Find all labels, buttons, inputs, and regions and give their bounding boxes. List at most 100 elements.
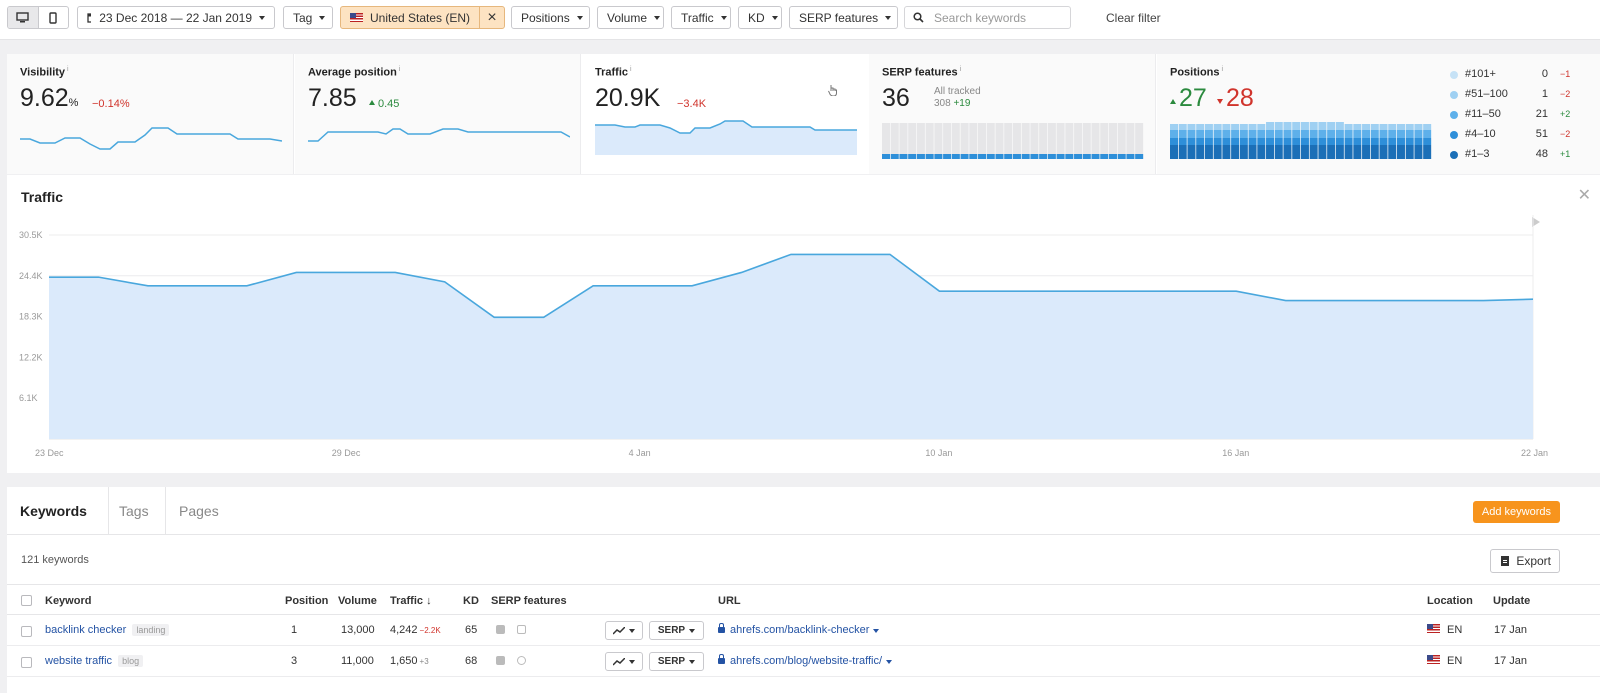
- column-position[interactable]: Position: [285, 595, 328, 607]
- positions-bar-segment: [1257, 145, 1266, 159]
- volume-cell: 13,000: [341, 624, 375, 636]
- column-location[interactable]: Location: [1427, 595, 1473, 607]
- serp-bar-bg: [1012, 123, 1021, 159]
- date-range-label: 23 Dec 2018 — 22 Jan 2019: [99, 10, 252, 25]
- column-keyword[interactable]: Keyword: [45, 595, 91, 607]
- positions-bar-segment: [1414, 138, 1423, 145]
- x-tick-label: 22 Jan: [1521, 448, 1548, 458]
- export-button[interactable]: Export: [1490, 549, 1560, 573]
- column-update[interactable]: Update: [1493, 595, 1530, 607]
- mobile-device-button[interactable]: [39, 7, 69, 28]
- positions-legend-item[interactable]: #11–50 21 +2: [1450, 108, 1600, 122]
- positions-bar-segment: [1274, 138, 1283, 145]
- positions-bar-segment: [1283, 138, 1292, 145]
- positions-bar-segment: [1248, 130, 1257, 138]
- info-icon: i: [1221, 66, 1224, 73]
- traffic-value: 20.9K: [595, 84, 661, 112]
- column-serp-features[interactable]: SERP features: [491, 595, 567, 607]
- positions-bar-segment: [1405, 138, 1414, 145]
- column-url[interactable]: URL: [718, 595, 741, 607]
- date-range-picker[interactable]: 23 Dec 2018 — 22 Jan 2019: [77, 6, 275, 29]
- positions-bar-segment: [1300, 138, 1309, 145]
- keyword-link[interactable]: website traffic: [45, 655, 112, 667]
- traffic-title: Traffic i: [595, 66, 632, 79]
- position-cell: 3: [291, 655, 298, 667]
- positions-filter[interactable]: Positions: [511, 6, 590, 29]
- average-position-card[interactable]: Average position i 7.85 0.45: [295, 54, 581, 174]
- tag-filter[interactable]: Tag: [283, 6, 333, 29]
- positions-bar-segment: [1213, 145, 1222, 159]
- keywords-panel: Keywords Tags Pages Add keywords 121 key…: [7, 487, 1600, 693]
- add-keywords-button[interactable]: Add keywords: [1472, 501, 1560, 523]
- clear-country-button[interactable]: ×: [479, 7, 504, 28]
- visibility-title: Visibility i: [20, 66, 69, 79]
- clear-filter-link[interactable]: Clear filter: [1106, 11, 1161, 25]
- url-link[interactable]: ahrefs.com/blog/website-traffic/: [718, 654, 893, 667]
- column-kd[interactable]: KD: [463, 595, 479, 607]
- positions-bar-segment: [1405, 124, 1414, 130]
- serp-bar: [960, 154, 969, 159]
- history-chart-button[interactable]: [605, 652, 643, 671]
- positions-bar-segment: [1335, 122, 1344, 130]
- column-volume[interactable]: Volume: [338, 595, 377, 607]
- url-link[interactable]: ahrefs.com/backlink-checker: [718, 623, 880, 636]
- positions-bar-segment: [1388, 138, 1397, 145]
- serp-button[interactable]: SERP: [649, 621, 704, 640]
- keyword-link[interactable]: backlink checker: [45, 624, 126, 636]
- history-chart-button[interactable]: [605, 621, 643, 640]
- mobile-icon: [49, 11, 57, 24]
- legend-label: #11–50: [1465, 108, 1501, 120]
- positions-bar-segment: [1187, 138, 1196, 145]
- positions-bar-segment: [1196, 124, 1205, 130]
- row-checkbox[interactable]: [21, 626, 32, 637]
- chevron-down-icon: [689, 659, 696, 664]
- lock-icon: [718, 623, 725, 633]
- positions-legend-item[interactable]: #4–10 51 −2: [1450, 128, 1600, 142]
- positions-bar-segment: [1292, 130, 1301, 138]
- positions-legend-item[interactable]: #1–3 48 +1: [1450, 148, 1600, 162]
- volume-filter[interactable]: Volume: [597, 6, 664, 29]
- table-row: website traffic blog 3 11,000 1,650 +3 68 …: [7, 646, 1600, 677]
- y-tick-label: 6.1K: [19, 393, 38, 403]
- positions-bar-segment: [1292, 145, 1301, 159]
- chevron-down-icon: [720, 15, 727, 20]
- us-flag-icon: [1427, 624, 1440, 633]
- positions-bar-segment: [1423, 138, 1432, 145]
- search-input[interactable]: Search keywords: [934, 11, 1026, 25]
- serp-features-filter[interactable]: SERP features: [789, 6, 898, 29]
- info-icon: i: [630, 66, 632, 73]
- select-all-checkbox[interactable]: [21, 595, 32, 606]
- chevron-down-icon: [885, 15, 892, 20]
- kd-filter-label: KD: [748, 10, 765, 25]
- serp-bar-bg: [1030, 123, 1039, 159]
- chevron-down-icon: [319, 15, 326, 20]
- column-traffic[interactable]: Traffic ↓: [390, 595, 432, 607]
- positions-legend-item[interactable]: #51–100 1 −2: [1450, 88, 1600, 102]
- keyword-tag[interactable]: blog: [118, 655, 144, 667]
- traffic-change: −2.2K: [419, 626, 441, 635]
- desktop-device-button[interactable]: [8, 7, 39, 28]
- tab-pages[interactable]: Pages: [179, 503, 219, 519]
- legend-count: 51: [1535, 128, 1548, 140]
- legend-dot: [1450, 151, 1458, 159]
- tab-tags[interactable]: Tags: [119, 503, 149, 519]
- traffic-filter[interactable]: Traffic: [671, 6, 731, 29]
- positions-bar-segment: [1423, 130, 1432, 138]
- country-select[interactable]: United States (EN): [341, 7, 479, 28]
- row-checkbox[interactable]: [21, 657, 32, 668]
- positions-up: 27: [1170, 84, 1207, 113]
- serp-bar-bg: [978, 123, 987, 159]
- positions-bar-segment: [1213, 138, 1222, 145]
- traffic-card[interactable]: Traffic i 20.9K −3.4K: [582, 54, 869, 174]
- keyword-tag[interactable]: landing: [132, 624, 170, 636]
- kd-filter[interactable]: KD: [738, 6, 782, 29]
- positions-legend-item[interactable]: #101+ 0 −1: [1450, 68, 1600, 82]
- positions-bar-segment: [1344, 138, 1353, 145]
- positions-bar-segment: [1335, 138, 1344, 145]
- tab-keywords[interactable]: Keywords: [20, 503, 87, 519]
- serp-features-card[interactable]: SERP features i 36 All tracked 308 +19: [869, 54, 1156, 174]
- sitelinks-icon: [517, 625, 526, 634]
- search-box[interactable]: Search keywords: [904, 6, 1071, 29]
- visibility-card[interactable]: Visibility i 9.62% −0.14%: [7, 54, 294, 174]
- serp-button[interactable]: SERP: [649, 652, 704, 671]
